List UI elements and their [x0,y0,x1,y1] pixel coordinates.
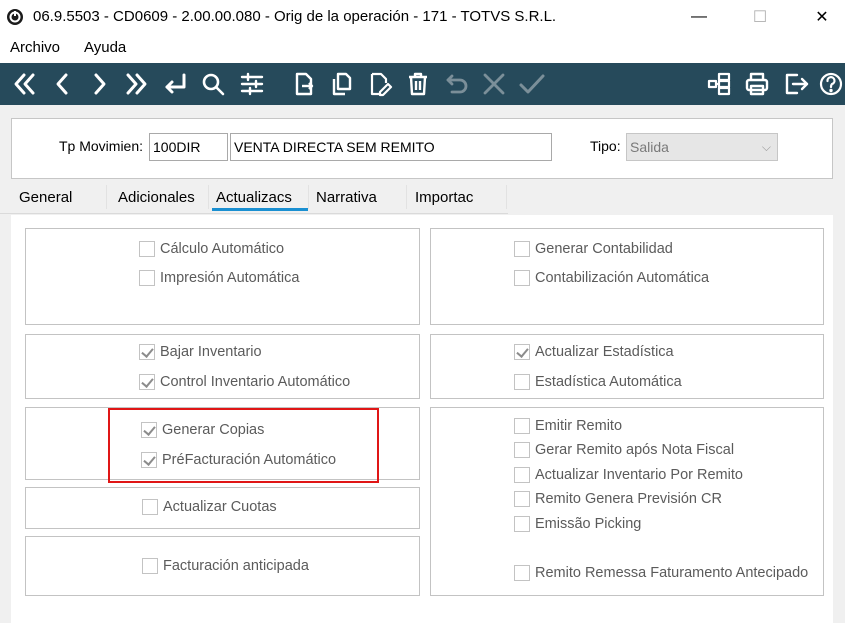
copy-icon[interactable] [325,68,359,100]
save-icon [515,68,549,100]
cancel-icon [477,68,511,100]
new-icon[interactable] [287,68,321,100]
minimize-button[interactable]: — [676,0,722,34]
chevron-down-icon: ⌵ [761,140,771,154]
emitir-remito-checkbox[interactable]: Emitir Remito [514,418,622,434]
print-icon[interactable] [740,68,774,100]
tab-importac[interactable]: Importac [415,189,473,206]
generar-contabilidad-checkbox[interactable]: Generar Contabilidad [514,241,673,257]
calculo-automatico-checkbox[interactable]: Cálculo Automático [139,241,284,257]
tab-narrativa[interactable]: Narrativa [316,189,377,206]
checkbox-box[interactable] [514,467,530,483]
checkbox-box[interactable] [514,516,530,532]
edit-icon[interactable] [363,68,397,100]
next-icon[interactable] [82,68,116,100]
impresion-automatica-checkbox[interactable]: Impresión Automática [139,270,299,286]
structure-icon[interactable] [702,68,736,100]
bajar-inventario-checkbox[interactable]: Bajar Inventario [139,344,262,360]
tp-movimiento-label: Tp Movimien: [59,138,144,154]
first-icon[interactable] [7,68,41,100]
filter-icon[interactable] [235,68,269,100]
actualizar-cuotas-checkbox[interactable]: Actualizar Cuotas [142,499,277,515]
checkbox-box[interactable] [514,442,530,458]
tab-bar: General Adicionales Actualizacs Narrativ… [0,183,845,213]
control-inventario-automatico-checkbox[interactable]: Control Inventario Automático [139,374,350,390]
tipo-label: Tipo: [590,138,621,154]
tp-movimiento-desc-field: VENTA DIRECTA SEM REMITO [230,133,552,161]
highlight-box [108,408,379,483]
tab-general[interactable]: General [19,189,72,206]
checkbox-box[interactable] [514,418,530,434]
checkbox-box[interactable] [514,241,530,257]
checkbox-box[interactable] [514,270,530,286]
menu-bar: Archivo Ayuda [0,36,845,60]
checkbox-box[interactable] [514,344,530,360]
checkbox-box[interactable] [139,241,155,257]
last-icon[interactable] [120,68,154,100]
gerar-remito-apos-nota-fiscal-checkbox[interactable]: Gerar Remito após Nota Fiscal [514,442,734,458]
maximize-button: ☐ [752,9,768,26]
menu-archivo[interactable]: Archivo [10,39,60,56]
remito-genera-prevision-cr-checkbox[interactable]: Remito Genera Previsión CR [514,491,722,507]
actualizar-inventario-por-remito-checkbox[interactable]: Actualizar Inventario Por Remito [514,467,743,483]
checkbox-box[interactable] [514,565,530,581]
close-button[interactable]: ✕ [799,0,845,34]
tp-movimiento-code-field[interactable]: 100DIR [149,133,228,161]
checkbox-box[interactable] [139,344,155,360]
estadistica-automatica-checkbox[interactable]: Estadística Automática [514,374,682,390]
undo-icon [440,68,474,100]
checkbox-box[interactable] [514,491,530,507]
window-title: 06.9.5503 - CD0609 - 2.00.00.080 - Orig … [33,8,557,25]
checkbox-box[interactable] [142,499,158,515]
previous-icon[interactable] [46,68,80,100]
title-bar: 06.9.5503 - CD0609 - 2.00.00.080 - Orig … [0,0,845,34]
remito-remessa-faturamento-antecipado-checkbox[interactable]: Remito Remessa Faturamento Antecipado [514,565,808,581]
search-icon[interactable] [196,68,230,100]
checkbox-box[interactable] [142,558,158,574]
checkbox-box[interactable] [139,374,155,390]
emissao-picking-checkbox[interactable]: Emissão Picking [514,516,641,532]
goto-icon[interactable] [158,68,192,100]
exit-icon[interactable] [779,68,813,100]
contabilizacion-automatica-checkbox[interactable]: Contabilización Automática [514,270,709,286]
checkbox-box[interactable] [139,270,155,286]
tab-adicionales[interactable]: Adicionales [118,189,195,206]
help-icon[interactable] [814,68,845,100]
menu-ayuda[interactable]: Ayuda [84,39,126,56]
tipo-select: Salida ⌵ [626,133,778,161]
checkbox-box[interactable] [514,374,530,390]
tab-actualizacs[interactable]: Actualizacs [212,189,308,211]
header-panel: Tp Movimien: 100DIR VENTA DIRECTA SEM RE… [11,118,833,179]
toolbar [0,63,845,105]
delete-icon[interactable] [401,68,435,100]
facturacion-anticipada-checkbox[interactable]: Facturación anticipada [142,558,309,574]
totvs-logo-icon [7,9,23,25]
actualizar-estadistica-checkbox[interactable]: Actualizar Estadística [514,344,674,360]
